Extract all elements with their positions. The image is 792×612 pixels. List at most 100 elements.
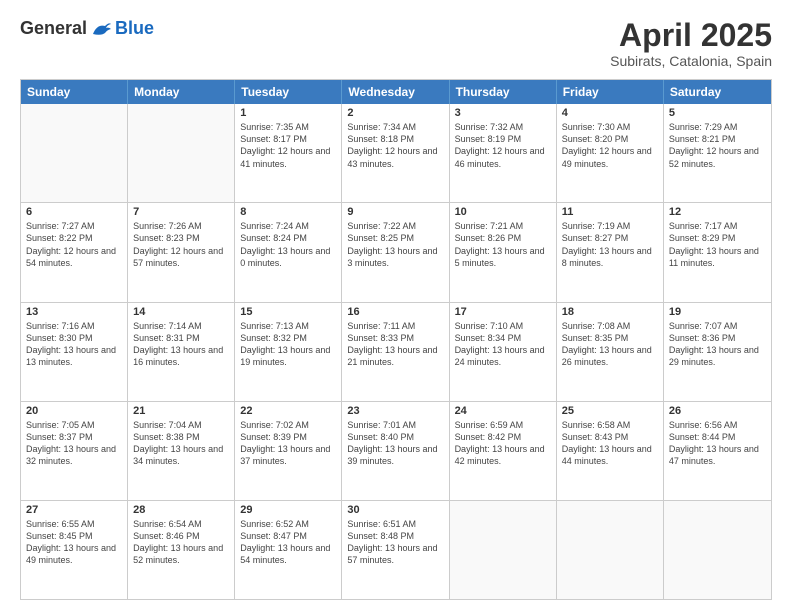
day-number: 7 [133,206,229,218]
calendar-cell-3-2: 22 Sunrise: 7:02 AM Sunset: 8:39 PM Dayli… [235,402,342,500]
calendar-cell-1-5: 11 Sunrise: 7:19 AM Sunset: 8:27 PM Dayli… [557,203,664,301]
calendar-header: SundayMondayTuesdayWednesdayThursdayFrid… [21,80,771,104]
day-info: Sunrise: 7:13 AM Sunset: 8:32 PM Dayligh… [240,320,336,369]
calendar-row-1: 6 Sunrise: 7:27 AM Sunset: 8:22 PM Daylig… [21,202,771,301]
calendar-cell-4-2: 29Sunrise: 6:52 AM Sunset: 8:47 PM Dayli… [235,501,342,599]
day-info: Sunrise: 7:16 AM Sunset: 8:30 PM Dayligh… [26,320,122,369]
day-info: Sunrise: 7:10 AM Sunset: 8:34 PM Dayligh… [455,320,551,369]
calendar-cell-0-2: 1 Sunrise: 7:35 AM Sunset: 8:17 PM Daylig… [235,104,342,202]
calendar-cell-4-1: 28 Sunrise: 6:54 AM Sunset: 8:46 PM Dayli… [128,501,235,599]
day-info: Sunrise: 7:32 AM Sunset: 8:19 PM Dayligh… [455,121,551,170]
header-day-tuesday: Tuesday [235,80,342,104]
calendar-row-3: 20Sunrise: 7:05 AM Sunset: 8:37 PM Dayli… [21,401,771,500]
day-info: Sunrise: 7:17 AM Sunset: 8:29 PM Dayligh… [669,220,766,269]
calendar-cell-4-4 [450,501,557,599]
calendar-cell-3-0: 20Sunrise: 7:05 AM Sunset: 8:37 PM Dayli… [21,402,128,500]
day-info: Sunrise: 7:24 AM Sunset: 8:24 PM Dayligh… [240,220,336,269]
calendar-cell-3-4: 24 Sunrise: 6:59 AM Sunset: 8:42 PM Dayli… [450,402,557,500]
calendar-cell-0-4: 3 Sunrise: 7:32 AM Sunset: 8:19 PM Daylig… [450,104,557,202]
day-number: 1 [240,107,336,119]
day-number: 11 [562,206,658,218]
day-info: Sunrise: 7:07 AM Sunset: 8:36 PM Dayligh… [669,320,766,369]
header-day-thursday: Thursday [450,80,557,104]
calendar-cell-1-1: 7 Sunrise: 7:26 AM Sunset: 8:23 PM Daylig… [128,203,235,301]
day-info: Sunrise: 6:58 AM Sunset: 8:43 PM Dayligh… [562,419,658,468]
calendar-row-2: 13 Sunrise: 7:16 AM Sunset: 8:30 PM Dayli… [21,302,771,401]
day-info: Sunrise: 6:51 AM Sunset: 8:48 PM Dayligh… [347,518,443,567]
day-number: 12 [669,206,766,218]
calendar-cell-4-6 [664,501,771,599]
day-number: 4 [562,107,658,119]
day-info: Sunrise: 7:29 AM Sunset: 8:21 PM Dayligh… [669,121,766,170]
day-number: 6 [26,206,122,218]
calendar-cell-1-2: 8 Sunrise: 7:24 AM Sunset: 8:24 PM Daylig… [235,203,342,301]
day-number: 22 [240,405,336,417]
calendar-cell-2-4: 17Sunrise: 7:10 AM Sunset: 8:34 PM Dayli… [450,303,557,401]
day-info: Sunrise: 7:26 AM Sunset: 8:23 PM Dayligh… [133,220,229,269]
day-number: 28 [133,504,229,516]
day-info: Sunrise: 7:11 AM Sunset: 8:33 PM Dayligh… [347,320,443,369]
header-day-saturday: Saturday [664,80,771,104]
calendar-cell-1-6: 12 Sunrise: 7:17 AM Sunset: 8:29 PM Dayli… [664,203,771,301]
day-number: 30 [347,504,443,516]
header-day-sunday: Sunday [21,80,128,104]
location-subtitle: Subirats, Catalonia, Spain [610,53,772,69]
day-info: Sunrise: 6:59 AM Sunset: 8:42 PM Dayligh… [455,419,551,468]
day-number: 9 [347,206,443,218]
page: General Blue April 2025 Subirats, Catalo… [0,0,792,612]
day-info: Sunrise: 7:35 AM Sunset: 8:17 PM Dayligh… [240,121,336,170]
day-number: 20 [26,405,122,417]
calendar-cell-3-3: 23 Sunrise: 7:01 AM Sunset: 8:40 PM Dayli… [342,402,449,500]
calendar-cell-1-4: 10Sunrise: 7:21 AM Sunset: 8:26 PM Dayli… [450,203,557,301]
day-number: 23 [347,405,443,417]
day-info: Sunrise: 6:56 AM Sunset: 8:44 PM Dayligh… [669,419,766,468]
header-day-friday: Friday [557,80,664,104]
calendar-cell-3-6: 26 Sunrise: 6:56 AM Sunset: 8:44 PM Dayli… [664,402,771,500]
day-number: 21 [133,405,229,417]
header: General Blue April 2025 Subirats, Catalo… [20,18,772,69]
day-number: 13 [26,306,122,318]
day-number: 3 [455,107,551,119]
day-number: 18 [562,306,658,318]
calendar-cell-0-5: 4 Sunrise: 7:30 AM Sunset: 8:20 PM Daylig… [557,104,664,202]
day-info: Sunrise: 7:30 AM Sunset: 8:20 PM Dayligh… [562,121,658,170]
day-info: Sunrise: 7:19 AM Sunset: 8:27 PM Dayligh… [562,220,658,269]
day-number: 26 [669,405,766,417]
day-number: 2 [347,107,443,119]
logo-general-text: General [20,18,87,39]
calendar-cell-4-0: 27Sunrise: 6:55 AM Sunset: 8:45 PM Dayli… [21,501,128,599]
day-number: 27 [26,504,122,516]
calendar-cell-3-5: 25 Sunrise: 6:58 AM Sunset: 8:43 PM Dayli… [557,402,664,500]
day-info: Sunrise: 7:27 AM Sunset: 8:22 PM Dayligh… [26,220,122,269]
day-number: 16 [347,306,443,318]
day-number: 19 [669,306,766,318]
day-number: 8 [240,206,336,218]
day-info: Sunrise: 7:22 AM Sunset: 8:25 PM Dayligh… [347,220,443,269]
title-block: April 2025 Subirats, Catalonia, Spain [610,18,772,69]
calendar-cell-2-3: 16 Sunrise: 7:11 AM Sunset: 8:33 PM Dayli… [342,303,449,401]
calendar-row-0: 1 Sunrise: 7:35 AM Sunset: 8:17 PM Daylig… [21,104,771,202]
calendar-cell-0-3: 2Sunrise: 7:34 AM Sunset: 8:18 PM Daylig… [342,104,449,202]
calendar-cell-0-6: 5Sunrise: 7:29 AM Sunset: 8:21 PM Daylig… [664,104,771,202]
calendar-cell-2-2: 15 Sunrise: 7:13 AM Sunset: 8:32 PM Dayli… [235,303,342,401]
header-day-monday: Monday [128,80,235,104]
day-number: 24 [455,405,551,417]
header-day-wednesday: Wednesday [342,80,449,104]
day-number: 25 [562,405,658,417]
day-info: Sunrise: 7:01 AM Sunset: 8:40 PM Dayligh… [347,419,443,468]
calendar-cell-4-5 [557,501,664,599]
calendar-row-4: 27Sunrise: 6:55 AM Sunset: 8:45 PM Dayli… [21,500,771,599]
calendar-cell-3-1: 21 Sunrise: 7:04 AM Sunset: 8:38 PM Dayli… [128,402,235,500]
logo-blue-text: Blue [115,18,154,39]
calendar-cell-2-6: 19 Sunrise: 7:07 AM Sunset: 8:36 PM Dayli… [664,303,771,401]
day-info: Sunrise: 6:54 AM Sunset: 8:46 PM Dayligh… [133,518,229,567]
day-info: Sunrise: 7:02 AM Sunset: 8:39 PM Dayligh… [240,419,336,468]
calendar-cell-2-5: 18 Sunrise: 7:08 AM Sunset: 8:35 PM Dayli… [557,303,664,401]
day-info: Sunrise: 7:21 AM Sunset: 8:26 PM Dayligh… [455,220,551,269]
day-info: Sunrise: 7:04 AM Sunset: 8:38 PM Dayligh… [133,419,229,468]
day-info: Sunrise: 7:08 AM Sunset: 8:35 PM Dayligh… [562,320,658,369]
calendar-cell-0-0 [21,104,128,202]
day-number: 14 [133,306,229,318]
day-number: 15 [240,306,336,318]
calendar-cell-2-0: 13 Sunrise: 7:16 AM Sunset: 8:30 PM Dayli… [21,303,128,401]
